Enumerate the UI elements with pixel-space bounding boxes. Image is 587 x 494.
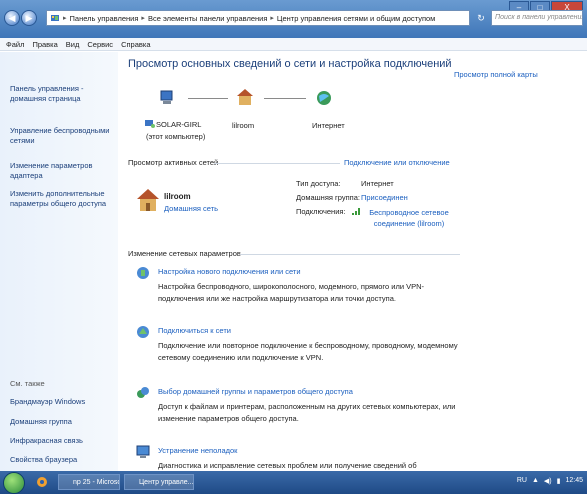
wireless-connection-link[interactable]: Беспроводное сетевое соединение (lilroom… [363, 207, 455, 229]
menu-tools[interactable]: Сервис [87, 38, 113, 50]
new-connection-icon [137, 267, 149, 279]
sidebar: Панель управления - домашняя страница Уп… [0, 52, 118, 471]
computer-icon [160, 90, 173, 104]
network-type-link[interactable]: Домашняя сеть [164, 204, 218, 213]
globe-icon [317, 91, 331, 105]
connections-label: Подключения: [296, 207, 346, 216]
network-name: lilroom [164, 192, 191, 201]
full-map-link[interactable]: Просмотр полной карты [454, 70, 538, 79]
back-arrow-icon[interactable]: ◀ [4, 10, 20, 26]
window-titlebar: – □ X ◀ ▶ ▸ Панель управления ▸ Все элем… [0, 0, 587, 38]
breadcrumb-item[interactable]: Панель управления [70, 14, 139, 23]
computer-subtitle: (этот компьютер) [146, 132, 206, 141]
access-type-value: Интернет [361, 179, 394, 188]
section-divider [214, 163, 340, 164]
taskbar-item-word[interactable]: np 25 - Microso... [58, 474, 120, 490]
task-homegroup-desc: Доступ к файлам и принтерам, расположенн… [158, 402, 456, 423]
internet-label: Интернет [312, 121, 345, 130]
see-also-firewall[interactable]: Брандмауэр Windows [10, 397, 114, 407]
see-also-homegroup[interactable]: Домашняя группа [10, 417, 114, 427]
taskbar: np 25 - Microso... Центр управле... RU ▲… [0, 471, 587, 494]
wireless-signal-icon [352, 208, 360, 215]
access-type-label: Тип доступа: [296, 179, 341, 188]
see-also-infrared[interactable]: Инфракрасная связь [10, 436, 114, 446]
router-name: lilroom [232, 121, 255, 130]
sidebar-link-home[interactable]: Панель управления - домашняя страница [10, 84, 114, 104]
home-network-icon[interactable] [136, 188, 160, 212]
see-also-browser[interactable]: Свойства браузера [10, 455, 114, 465]
house-icon [237, 89, 253, 105]
sidebar-link-wireless[interactable]: Управление беспроводными сетями [10, 126, 114, 146]
page-title: Просмотр основных сведений о сети и наст… [128, 58, 452, 70]
language-indicator[interactable]: RU [517, 477, 527, 485]
task-troubleshoot-link[interactable]: Устранение неполадок [158, 446, 237, 455]
signal-icon[interactable]: ▮ [557, 477, 561, 485]
task-homegroup-link[interactable]: Выбор домашней группы и параметров общег… [158, 387, 353, 396]
refresh-icon[interactable]: ↻ [474, 10, 488, 26]
troubleshoot-icon [136, 445, 150, 458]
homegroup-icon [137, 387, 149, 398]
map-link-line [188, 98, 228, 99]
volume-icon[interactable]: ◀) [544, 477, 552, 485]
menu-help[interactable]: Справка [121, 38, 150, 50]
taskbar-item-network-center[interactable]: Центр управле... [124, 474, 194, 490]
homegroup-label: Домашняя группа: [296, 193, 360, 202]
start-button[interactable] [3, 472, 25, 494]
computer-name: SOLAR-GIRL [156, 120, 202, 129]
change-settings-label: Изменение сетевых параметров [128, 249, 241, 258]
map-link-line [264, 98, 306, 99]
homegroup-value-link[interactable]: Присоединен [361, 193, 408, 202]
breadcrumb-item[interactable]: Все элементы панели управления [148, 14, 267, 23]
connect-disconnect-link[interactable]: Подключение или отключение [344, 158, 450, 167]
control-panel-icon [51, 15, 59, 21]
task-new-connection-desc: Настройка беспроводного, широкополосного… [158, 282, 425, 303]
search-input[interactable]: Поиск в панели управления [491, 10, 583, 26]
menu-edit[interactable]: Правка [32, 38, 57, 50]
task-connect-desc: Подключение или повторное подключение к … [158, 341, 458, 362]
menu-file[interactable]: Файл [6, 38, 24, 50]
forward-arrow-icon[interactable]: ▶ [21, 10, 37, 26]
browser-icon[interactable] [36, 476, 48, 488]
clock[interactable]: 12:45 [565, 477, 583, 485]
breadcrumb-item[interactable]: Центр управления сетями и общим доступом [277, 14, 435, 23]
task-new-connection-link[interactable]: Настройка нового подключения или сети [158, 267, 301, 276]
task-connect-link[interactable]: Подключиться к сети [158, 326, 231, 335]
address-bar[interactable]: ▸ Панель управления ▸ Все элементы панел… [46, 10, 470, 26]
main-content: Просмотр основных сведений о сети и наст… [118, 52, 587, 482]
section-divider [240, 254, 460, 255]
system-tray: RU ▲ ◀) ▮ 12:45 [517, 477, 583, 485]
menu-bar: Файл Правка Вид Сервис Справка [0, 38, 587, 51]
see-also-heading: См. также [10, 379, 45, 388]
active-networks-label: Просмотр активных сетей [128, 158, 219, 167]
user-computer-icon [145, 120, 155, 128]
sidebar-link-adapter[interactable]: Изменение параметров адаптера [10, 161, 114, 181]
navigation-row: ◀ ▶ ▸ Панель управления ▸ Все элементы п… [0, 4, 587, 34]
menu-view[interactable]: Вид [66, 38, 80, 50]
tray-arrow-icon[interactable]: ▲ [532, 477, 539, 485]
connect-network-icon [137, 326, 149, 338]
sidebar-link-sharing[interactable]: Изменить дополнительные параметры общего… [10, 189, 114, 209]
